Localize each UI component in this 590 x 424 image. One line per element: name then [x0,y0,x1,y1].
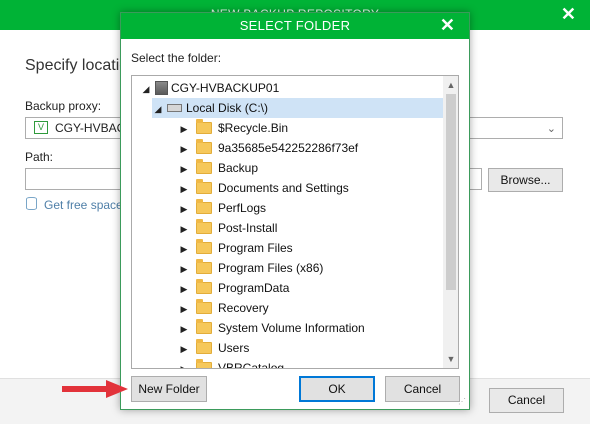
resize-grip-icon[interactable]: ⋰ [458,398,466,406]
folder-label: $Recycle.Bin [218,121,289,135]
tree-node-folder[interactable]: ▶ VBRCatalog [178,358,285,369]
folder-label: Program Files (x86) [218,261,324,275]
tree-node-folder[interactable]: ▶ Post-Install [178,218,277,238]
folder-icon [196,179,212,194]
get-free-space-label: Get free space [44,198,123,212]
tree-node-folder[interactable]: ▶ Users [178,338,249,358]
folder-tree[interactable]: ◢ CGY-HVBACKUP01 ◢ Local Disk (C:\) ▶ $Recy… [131,75,459,369]
folder-label: PerfLogs [218,201,267,215]
folder-label: Post-Install [218,221,278,235]
scroll-down-icon[interactable]: ▼ [443,352,458,366]
dialog-title: SELECT FOLDER [239,18,351,33]
tree-node-folder[interactable]: ▶ Backup [178,158,258,178]
expand-arrow-icon[interactable]: ▶ [178,139,190,159]
chevron-down-icon[interactable]: ⌄ [547,122,556,135]
dialog-prompt: Select the folder: [131,51,222,65]
tree-node-server[interactable]: ◢ CGY-HVBACKUP01 [140,78,279,98]
expand-arrow-icon[interactable]: ▶ [178,179,190,199]
wizard-cancel-button[interactable]: Cancel [489,388,564,413]
folder-label: Backup [218,161,259,175]
folder-icon [196,199,212,214]
tree-node-folder[interactable]: ▶ ProgramData [178,278,289,298]
dialog-titlebar: SELECT FOLDER ✕ [121,13,469,39]
collapse-arrow-icon[interactable]: ◢ [140,79,152,99]
expand-arrow-icon[interactable]: ▶ [178,279,190,299]
folder-icon [196,299,212,314]
browse-button[interactable]: Browse... [488,168,563,192]
tree-node-folder[interactable]: ▶ Program Files [178,238,293,258]
folder-icon [196,139,212,154]
tree-node-folder[interactable]: ▶ Recovery [178,298,269,318]
collapse-arrow-icon[interactable]: ◢ [152,99,164,119]
expand-arrow-icon[interactable]: ▶ [178,219,190,239]
tree-node-folder[interactable]: ▶ 9a35685e542252286f73ef [178,138,358,158]
tree-node-folder[interactable]: ▶ Documents and Settings [178,178,349,198]
backup-proxy-label: Backup proxy: [25,99,102,113]
dialog-cancel-button[interactable]: Cancel [385,376,460,402]
backup-proxy-value: CGY-HVBACKUP01 [55,121,120,135]
expand-arrow-icon[interactable]: ▶ [178,359,190,368]
tree-node-folder[interactable]: ▶ $Recycle.Bin [178,118,288,138]
callout-arrow-icon [62,380,128,398]
dialog-close-icon[interactable]: ✕ [440,15,455,36]
folder-icon [196,119,212,134]
expand-arrow-icon[interactable]: ▶ [178,159,190,179]
expand-arrow-icon[interactable]: ▶ [178,299,190,319]
tree-node-server-label: CGY-HVBACKUP01 [171,81,280,95]
scroll-up-icon[interactable]: ▲ [443,78,458,92]
folder-label: System Volume Information [218,321,365,335]
tree-node-local-disk[interactable]: ◢ Local Disk (C:\) [152,98,443,118]
folder-label: Recovery [218,301,269,315]
folder-icon [196,159,212,174]
expand-arrow-icon[interactable]: ▶ [178,199,190,219]
folder-label: ProgramData [218,281,290,295]
expand-arrow-icon[interactable]: ▶ [178,319,190,339]
folder-icon [196,239,212,254]
proxy-server-icon: V [34,121,48,134]
folder-icon [196,359,212,368]
get-free-space-link[interactable]: Get free space [26,197,123,212]
folder-label: 9a35685e542252286f73ef [218,141,359,155]
folder-label: VBRCatalog [218,361,285,369]
path-label: Path: [25,150,54,164]
server-icon [155,81,168,95]
tree-node-folder[interactable]: ▶ System Volume Information [178,318,365,338]
folder-label: Users [218,341,250,355]
expand-arrow-icon[interactable]: ▶ [178,239,190,259]
wizard-heading: Specify location [25,57,121,74]
disk-drive-icon [167,104,182,112]
folder-icon [196,319,212,334]
folder-icon [196,259,212,274]
folder-icon [196,219,212,234]
tree-scrollbar[interactable]: ▲ ▼ [443,76,458,368]
expand-arrow-icon[interactable]: ▶ [178,119,190,139]
expand-arrow-icon[interactable]: ▶ [178,259,190,279]
select-folder-dialog: SELECT FOLDER ✕ Select the folder: ◢ CGY-… [120,12,470,410]
ok-button[interactable]: OK [299,376,375,402]
folder-label: Documents and Settings [218,181,349,195]
tree-node-disk-label: Local Disk (C:\) [186,101,269,115]
folder-icon [196,339,212,354]
new-folder-button[interactable]: New Folder [131,376,207,402]
expand-arrow-icon[interactable]: ▶ [178,339,190,359]
tree-node-folder[interactable]: ▶ PerfLogs [178,198,266,218]
folder-icon [196,279,212,294]
wizard-close-icon[interactable]: ✕ [561,4,576,25]
folder-label: Program Files [218,241,293,255]
scrollbar-thumb[interactable] [446,94,456,290]
tree-node-folder[interactable]: ▶ Program Files (x86) [178,258,323,278]
database-icon [26,197,37,210]
